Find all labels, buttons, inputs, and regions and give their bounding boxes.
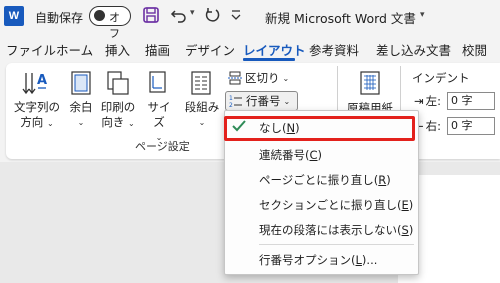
manuscript-paper-icon: [360, 71, 380, 95]
indent-left-row: ⇥ 左: 0 字: [414, 92, 496, 110]
menu-item-restart-each-page-suffix: ): [386, 173, 391, 187]
menu-item-restart-each-page[interactable]: ページごとに振り直し(R): [259, 172, 391, 188]
menu-item-suppress-current-paragraph[interactable]: 現在の段落には表示しない(S): [259, 222, 413, 238]
indent-right-input[interactable]: 0 字: [447, 117, 496, 135]
chevron-down-icon: ⌄: [77, 118, 85, 127]
menu-item-continuous-key: C: [309, 148, 318, 162]
menu-item-restart-each-section-key: E: [401, 198, 409, 212]
menu-item-continuous[interactable]: 連続番号(C): [259, 147, 322, 163]
active-tab-indicator: [243, 58, 295, 61]
menu-item-restart-each-section[interactable]: セクションごとに振り直し(E): [259, 197, 413, 213]
tab-insert[interactable]: 挿入: [105, 40, 130, 59]
toggle-knob: [94, 10, 105, 21]
breaks-label: 区切り: [245, 71, 280, 85]
menu-item-restart-each-page-label: ページごとに振り直し(: [259, 173, 379, 187]
chevron-down-icon: ⌄: [46, 119, 54, 128]
margins-label: 余白: [69, 100, 93, 114]
text-direction-label-2: 方向 ⌄: [20, 115, 54, 129]
autosave-label: 自動保存: [35, 11, 84, 25]
autosave-toggle[interactable]: オフ: [89, 6, 131, 40]
tab-mailings[interactable]: 差し込み文書: [376, 40, 451, 59]
menu-item-suppress-current-paragraph-label: 現在の段落には表示しない(: [259, 223, 402, 237]
line-numbers-button[interactable]: 1 2 行番号 ⌄: [225, 91, 298, 111]
tab-file[interactable]: ファイル: [6, 40, 56, 59]
tab-review[interactable]: 校閲: [462, 40, 487, 59]
tab-design[interactable]: デザイン: [185, 40, 235, 59]
indent-left-input[interactable]: 0 字: [447, 92, 496, 110]
menu-separator: [259, 244, 414, 245]
undo-dropdown-chevron-icon[interactable]: ▾: [190, 8, 195, 18]
orientation-label-2: 向き ⌄: [101, 115, 135, 129]
margins-icon: [71, 71, 91, 95]
chevron-down-icon: ⌄: [283, 96, 291, 106]
tab-references[interactable]: 参考資料: [309, 40, 359, 59]
menu-item-restart-each-section-label: セクションごとに振り直し(: [259, 198, 402, 212]
menu-item-line-numbering-options-suffix: )...: [361, 253, 378, 267]
tab-draw[interactable]: 描画: [145, 40, 170, 59]
menu-item-line-numbering-options-label: 行番号オプション(: [259, 253, 356, 267]
word-logo-icon: W: [4, 6, 24, 26]
menu-item-suppress-current-paragraph-suffix: ): [408, 223, 414, 237]
chevron-down-icon: ⌄: [127, 119, 135, 128]
chevron-down-icon: ⌄: [198, 118, 206, 127]
size-label: サイズ: [147, 100, 171, 129]
indent-right-row: ⇤ 右: 0 字: [414, 117, 496, 135]
text-direction-button[interactable]: 文字列の 方向 ⌄: [12, 100, 62, 131]
breaks-button[interactable]: 区切り ⌄: [228, 70, 289, 86]
menu-item-continuous-label: 連続番号(: [259, 148, 310, 162]
menu-item-line-numbering-options[interactable]: 行番号オプション(L)...: [259, 252, 377, 268]
indent-left-icon: ⇥: [414, 94, 424, 108]
title-bar: W 自動保存 オフ ▾ 新規 Microsoft Word 文書 ▾: [0, 0, 500, 40]
margins-button[interactable]: 余白 ⌄: [66, 100, 96, 130]
redo-icon[interactable]: [203, 6, 221, 24]
svg-text:1: 1: [229, 95, 233, 102]
indent-left-label: 左:: [425, 94, 442, 108]
save-icon[interactable]: [142, 6, 160, 24]
line-numbers-icon: 1 2: [229, 95, 242, 108]
svg-text:2: 2: [229, 102, 233, 108]
page-setup-group-label: ページ設定: [135, 140, 190, 153]
orientation-label-1: 印刷の: [100, 100, 136, 114]
columns-label: 段組み: [184, 100, 220, 114]
menu-item-restart-each-section-suffix: ): [408, 198, 414, 212]
columns-icon: [191, 71, 211, 95]
svg-text:A: A: [37, 73, 47, 88]
tab-home[interactable]: ホーム: [56, 40, 93, 59]
text-direction-label-1: 文字列の: [14, 100, 60, 114]
indent-right-label: 右:: [425, 119, 442, 133]
text-direction-icon: A: [22, 73, 47, 95]
undo-icon[interactable]: [170, 6, 188, 24]
title-chevron-down-icon[interactable]: ▾: [420, 10, 425, 20]
orientation-icon: [107, 71, 129, 95]
menu-item-continuous-suffix: ): [317, 148, 323, 162]
tab-layout[interactable]: レイアウト: [243, 40, 306, 59]
columns-button[interactable]: 段組み ⌄: [183, 100, 221, 130]
menu-item-suppress-current-paragraph-key: S: [401, 223, 409, 237]
size-icon: [149, 71, 166, 93]
breaks-icon: [228, 71, 242, 85]
orientation-button[interactable]: 印刷の 向き ⌄: [100, 100, 136, 131]
indent-group-title: インデント: [412, 71, 470, 85]
qat-customize-icon[interactable]: [230, 9, 242, 21]
line-numbers-label: 行番号: [246, 94, 281, 108]
highlight-annotation-box: [224, 116, 415, 141]
chevron-down-icon: ⌄: [282, 73, 290, 83]
document-title[interactable]: 新規 Microsoft Word 文書: [265, 8, 416, 27]
